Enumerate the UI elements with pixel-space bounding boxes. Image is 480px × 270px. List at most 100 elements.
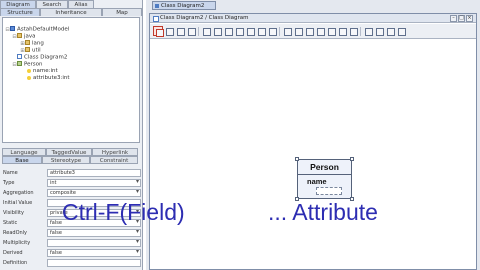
tab-search[interactable]: Search [36, 0, 68, 8]
uml-attribute[interactable]: name [307, 178, 327, 186]
caption-description: ... Attribute [268, 199, 378, 225]
resize-handle[interactable] [350, 157, 354, 161]
property-label: Static [3, 220, 18, 226]
package-icon [17, 33, 22, 38]
property-label: Initial Value [3, 200, 33, 206]
diagram-toolbar [150, 24, 476, 39]
package-icon [25, 40, 30, 45]
rectangle-tool-icon[interactable] [326, 26, 336, 36]
generalization-tool-icon[interactable] [212, 26, 222, 36]
diagram-area: Class Diagram2 Class Diagram2 / Class Di… [146, 0, 480, 270]
property-row-readonly: ReadOnly false [2, 228, 141, 238]
property-label: Visibility [3, 210, 24, 216]
tree-node-attribute-name[interactable]: name:int [27, 68, 58, 75]
tab-diagram[interactable]: Diagram [0, 0, 36, 8]
align-center-tool-icon[interactable] [374, 26, 384, 36]
note-anchor-tool-icon[interactable] [293, 26, 303, 36]
dependency-tool-icon[interactable] [234, 26, 244, 36]
tree-node-model[interactable]: ⊟ AstahDefaultModel [5, 26, 69, 33]
derived-select[interactable]: false [47, 249, 141, 257]
tab-hyperlink[interactable]: Hyperlink [92, 148, 138, 156]
select-tool-icon[interactable] [153, 26, 164, 37]
uml-class-person[interactable]: Person name [295, 157, 354, 201]
model-icon [10, 26, 15, 31]
interface-tool-icon[interactable] [175, 26, 185, 36]
minimize-icon[interactable]: – [450, 15, 457, 22]
tree-node-lang[interactable]: ⊞ lang [20, 40, 44, 47]
tab-stereotype[interactable]: Stereotype [42, 156, 90, 164]
name-field[interactable]: attribute3 [47, 169, 141, 177]
tab-tagged-value[interactable]: TaggedValue [46, 148, 92, 156]
property-label: Multiplicity [3, 240, 31, 246]
property-row-definition: Definition [2, 258, 141, 268]
definition-field[interactable] [47, 259, 141, 267]
usage-tool-icon[interactable] [245, 26, 255, 36]
close-icon[interactable]: × [466, 15, 473, 22]
tab-alias[interactable]: Alias [68, 0, 94, 8]
property-row-derived: Derived false [2, 248, 141, 258]
property-row-multiplicity: Multiplicity [2, 238, 141, 248]
tree-node-label: attribute3:int [33, 75, 70, 81]
tab-constraint[interactable]: Constraint [90, 156, 138, 164]
composition-tool-icon[interactable] [267, 26, 277, 36]
resize-handle[interactable] [295, 157, 299, 161]
toolbar-separator [360, 27, 361, 36]
class-icon [17, 61, 22, 66]
tree-node-label: lang [32, 40, 44, 47]
align-left-tool-icon[interactable] [363, 26, 373, 36]
caption-shortcut: Ctrl-F(Field) [62, 199, 185, 225]
tree-node-label: Person [24, 61, 43, 68]
diagram-canvas[interactable]: Person name [150, 40, 476, 269]
attribute-icon [27, 75, 31, 80]
attribute-icon [27, 68, 31, 73]
package-icon [25, 47, 30, 52]
package-tool-icon[interactable] [186, 26, 196, 36]
oval-tool-icon[interactable] [337, 26, 347, 36]
multiplicity-select[interactable] [47, 239, 141, 247]
aggregation-tool-icon[interactable] [256, 26, 266, 36]
text-tool-icon[interactable] [304, 26, 314, 36]
tree-node-java[interactable]: ⊟ java [12, 33, 36, 40]
tab-language[interactable]: Language [2, 148, 46, 156]
diagram-icon [17, 54, 22, 59]
diagram-editor: Class Diagram2 / Class Diagram – □ × Per… [149, 13, 477, 270]
document-tab[interactable]: Class Diagram2 [152, 1, 216, 10]
structure-tree: ⊟ AstahDefaultModel ⊟ java ⊞ lang ⊞ util Cla… [2, 17, 140, 143]
tree-node-label: java [24, 33, 36, 40]
zoom-tool-icon[interactable] [396, 26, 406, 36]
property-tab-row-1: Language TaggedValue Hyperlink [0, 148, 143, 156]
property-label: Name [3, 170, 18, 176]
tree-node-attribute3[interactable]: attribute3:int [27, 75, 70, 82]
realization-tool-icon[interactable] [223, 26, 233, 36]
class-tool-icon[interactable] [164, 26, 174, 36]
attribute-inline-editor[interactable] [316, 187, 342, 195]
property-label: Type [3, 180, 15, 186]
tab-map[interactable]: Map [102, 8, 142, 16]
tree-node-label: AstahDefaultModel [17, 26, 70, 33]
maximize-icon[interactable]: □ [458, 15, 465, 22]
breadcrumb: Class Diagram2 / Class Diagram [150, 14, 476, 23]
tree-node-class-diagram[interactable]: Class Diagram2 [12, 54, 67, 61]
tree-node-label: util [32, 47, 41, 54]
association-tool-icon[interactable] [201, 26, 211, 36]
tab-inheritance[interactable]: Inheritance [40, 8, 102, 16]
note-tool-icon[interactable] [282, 26, 292, 36]
tab-structure[interactable]: Structure [0, 8, 40, 16]
top-tab-bar: Diagram Search Alias [0, 0, 94, 8]
uml-class-name[interactable]: Person [298, 160, 351, 175]
readonly-select[interactable]: false [47, 229, 141, 237]
toolbar-separator [198, 27, 199, 36]
property-label: ReadOnly [3, 230, 28, 236]
property-label: Definition [3, 260, 28, 266]
toolbar-separator [279, 27, 280, 36]
line-tool-icon[interactable] [315, 26, 325, 36]
image-tool-icon[interactable] [348, 26, 358, 36]
property-tab-row-2: Base Stereotype Constraint [0, 156, 143, 164]
tree-node-label: name:int [33, 68, 58, 74]
tree-node-person[interactable]: ⊟ Person [12, 61, 42, 68]
tab-base[interactable]: Base [2, 156, 42, 164]
tree-node-util[interactable]: ⊞ util [20, 47, 41, 54]
property-label: Derived [3, 250, 23, 256]
align-right-tool-icon[interactable] [385, 26, 395, 36]
type-select[interactable]: int [47, 179, 141, 187]
